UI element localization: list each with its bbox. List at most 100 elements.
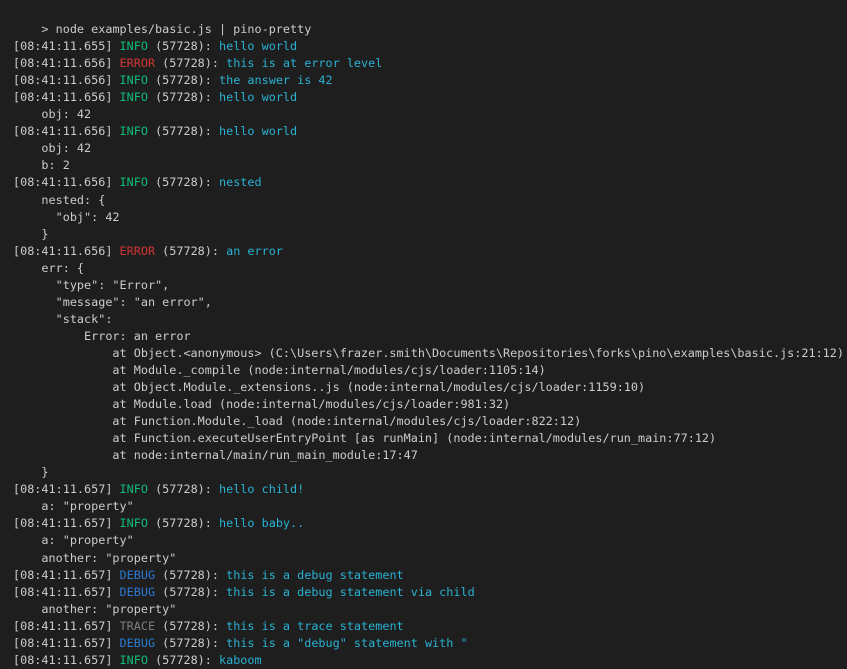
timestamp: [08:41:11.657] (13, 568, 120, 582)
level-badge: DEBUG (120, 585, 156, 599)
pid: (57728): (155, 619, 226, 633)
detail-line: b: 2 (13, 157, 847, 174)
detail: err: { (13, 261, 84, 275)
detail: "type": "Error", (13, 278, 169, 292)
pid: (57728): (148, 90, 219, 104)
message: this is a debug statement via child (226, 585, 475, 599)
detail: a: "property" (13, 533, 134, 547)
stack-frame-line: at Module.load (node:internal/modules/cj… (13, 396, 847, 413)
level-badge: INFO (120, 73, 148, 87)
log-line: [08:41:11.656] INFO (57728): hello world (13, 89, 847, 106)
log-line: [08:41:11.656] ERROR (57728): an error (13, 243, 847, 260)
timestamp: [08:41:11.656] (13, 124, 120, 138)
stack-frame-line: at node:internal/main/run_main_module:17… (13, 447, 847, 464)
timestamp: [08:41:11.656] (13, 90, 120, 104)
detail-line: nested: { (13, 192, 847, 209)
log-line: [08:41:11.657] INFO (57728): hello child… (13, 481, 847, 498)
log-line: [08:41:11.657] INFO (57728): kaboom (13, 652, 847, 669)
detail: a: "property" (13, 499, 134, 513)
detail-line: } (13, 226, 847, 243)
detail: Error: an error (13, 329, 191, 343)
level-badge: INFO (120, 90, 148, 104)
message: this is a trace statement (226, 619, 404, 633)
level-badge: INFO (120, 516, 148, 530)
log-line: [08:41:11.657] DEBUG (57728): this is a … (13, 567, 847, 584)
log-line: [08:41:11.656] INFO (57728): nested (13, 174, 847, 191)
detail-line: a: "property" (13, 532, 847, 549)
message: kaboom (219, 653, 262, 667)
timestamp: [08:41:11.656] (13, 73, 120, 87)
message: nested (219, 175, 262, 189)
message: hello child! (219, 482, 304, 496)
message: this is a debug statement (226, 568, 404, 582)
detail-line: another: "property" (13, 601, 847, 618)
detail-line: } (13, 464, 847, 481)
timestamp: [08:41:11.657] (13, 516, 120, 530)
detail-line: obj: 42 (13, 106, 847, 123)
detail: b: 2 (13, 158, 70, 172)
timestamp: [08:41:11.657] (13, 636, 120, 650)
log-line: [08:41:11.656] INFO (57728): hello world (13, 123, 847, 140)
stack-frame-line: at Module._compile (node:internal/module… (13, 362, 847, 379)
command-line: > node examples/basic.js | pino-pretty (13, 4, 847, 21)
level-badge: INFO (120, 482, 148, 496)
stack-frame-line: at Object.<anonymous> (C:\Users\frazer.s… (13, 345, 847, 362)
timestamp: [08:41:11.657] (13, 619, 120, 633)
detail-line: "message": "an error", (13, 294, 847, 311)
timestamp: [08:41:11.657] (13, 482, 120, 496)
message: this is a "debug" statement with " (226, 636, 467, 650)
detail: } (13, 227, 49, 241)
detail: } (13, 465, 49, 479)
pid: (57728): (148, 482, 219, 496)
log-line: [08:41:11.656] ERROR (57728): this is at… (13, 55, 847, 72)
detail: obj: 42 (13, 141, 91, 155)
pid: (57728): (155, 568, 226, 582)
stack-frame-line: at Function.executeUserEntryPoint [as ru… (13, 430, 847, 447)
level-badge: INFO (120, 175, 148, 189)
pid: (57728): (148, 175, 219, 189)
pid: (57728): (148, 124, 219, 138)
timestamp: [08:41:11.657] (13, 653, 120, 667)
detail: at Module.load (node:internal/modules/cj… (13, 397, 510, 411)
timestamp: [08:41:11.656] (13, 175, 120, 189)
detail: "stack": (13, 312, 112, 326)
terminal-screen[interactable]: > node examples/basic.js | pino-pretty [… (0, 0, 847, 669)
stack-frame-line: at Object.Module._extensions..js (node:i… (13, 379, 847, 396)
detail: "obj": 42 (13, 210, 120, 224)
pid: (57728): (148, 73, 219, 87)
timestamp: [08:41:11.657] (13, 585, 120, 599)
message: an error (226, 244, 283, 258)
detail-line: err: { (13, 260, 847, 277)
detail-line: "obj": 42 (13, 209, 847, 226)
detail-line: "stack": (13, 311, 847, 328)
stack-frame-line: at Function.Module._load (node:internal/… (13, 413, 847, 430)
detail: at Object.Module._extensions..js (node:i… (13, 380, 645, 394)
detail: at node:internal/main/run_main_module:17… (13, 448, 418, 462)
command-text: > node examples/basic.js | pino-pretty (41, 22, 311, 36)
level-badge: TRACE (120, 619, 156, 633)
detail: at Function.executeUserEntryPoint [as ru… (13, 431, 716, 445)
timestamp: [08:41:11.656] (13, 56, 120, 70)
message: hello baby.. (219, 516, 304, 530)
timestamp: [08:41:11.655] (13, 39, 120, 53)
detail: nested: { (13, 193, 105, 207)
level-badge: DEBUG (120, 568, 156, 582)
message: this is at error level (226, 56, 382, 70)
pid: (57728): (155, 585, 226, 599)
detail-line: another: "property" (13, 550, 847, 567)
detail: at Object.<anonymous> (C:\Users\frazer.s… (13, 346, 844, 360)
pid: (57728): (148, 653, 219, 667)
log-line: [08:41:11.656] INFO (57728): the answer … (13, 72, 847, 89)
detail: at Module._compile (node:internal/module… (13, 363, 546, 377)
pid: (57728): (155, 56, 226, 70)
detail: at Function.Module._load (node:internal/… (13, 414, 581, 428)
message: hello world (219, 90, 297, 104)
message: hello world (219, 39, 297, 53)
log-line: [08:41:11.657] TRACE (57728): this is a … (13, 618, 847, 635)
level-badge: ERROR (120, 56, 156, 70)
log-line: [08:41:11.657] DEBUG (57728): this is a … (13, 635, 847, 652)
log-line: [08:41:11.655] INFO (57728): hello world (13, 38, 847, 55)
pid: (57728): (155, 636, 226, 650)
level-badge: INFO (120, 39, 148, 53)
log-line: [08:41:11.657] DEBUG (57728): this is a … (13, 584, 847, 601)
